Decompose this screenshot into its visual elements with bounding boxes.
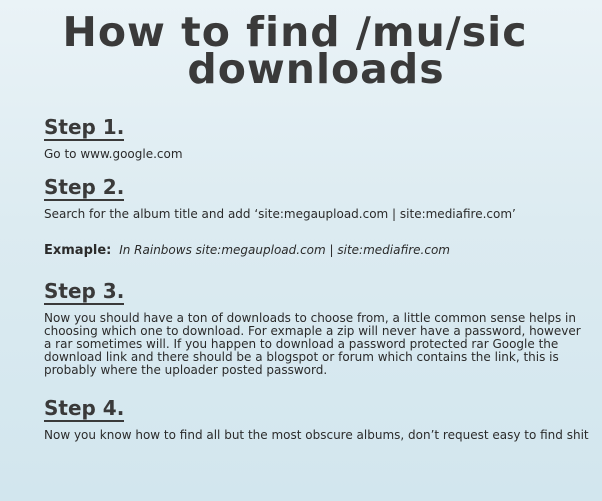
step-4-text: Now you know how to find all but the mos… [44,428,589,442]
example-line: Exmaple: In Rainbows site:megaupload.com… [44,243,450,258]
step-4: Step 4. Now you know how to find all but… [44,397,589,442]
step-3-text: Now you should have a ton of downloads t… [44,311,581,377]
step-3: Step 3. Now you should have a ton of dow… [44,280,589,377]
step-3-heading: Step 3. [44,279,125,305]
example-label: Exmaple: [44,243,112,258]
step-4-heading: Step 4. [44,396,125,422]
page-title: How to find /mu/sic downloads [0,12,602,93]
example-text: In Rainbows site:megaupload.com | site:m… [119,243,450,257]
step-1-heading: Step 1. [44,115,125,141]
step-2-text: Search for the album title and add ‘site… [44,207,516,221]
step-1: Step 1. Go to www.google.com [44,116,589,161]
step-2-heading: Step 2. [44,175,125,201]
step-1-text: Go to www.google.com [44,147,183,161]
guide-page: How to find /mu/sic downloads Step 1. Go… [0,0,602,501]
page-title-line-2: downloads [187,45,445,93]
step-2: Step 2. Search for the album title and a… [44,176,589,221]
